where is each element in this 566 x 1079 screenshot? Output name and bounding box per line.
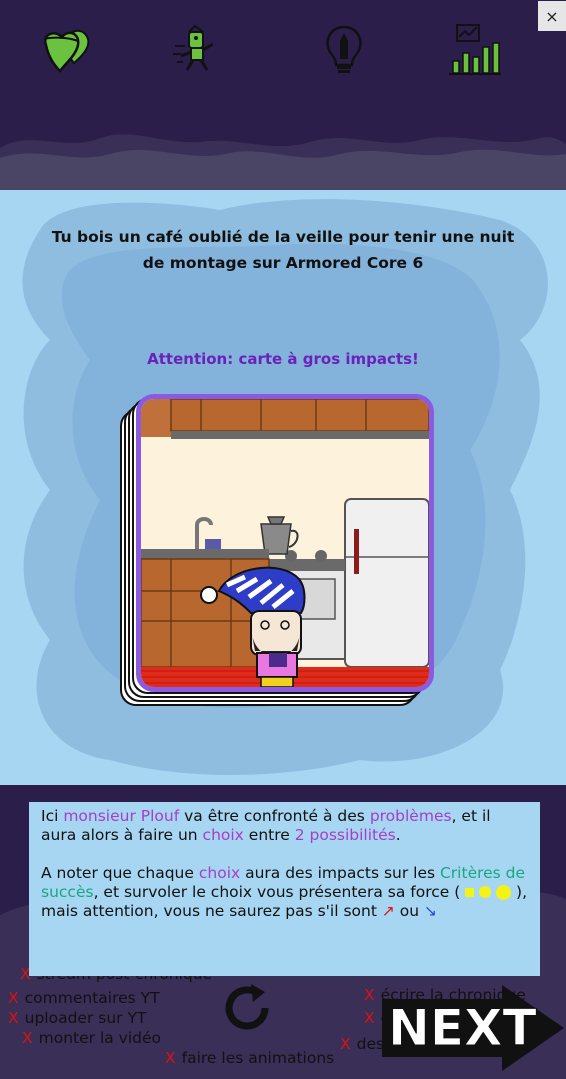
arrow-down-icon: ↘ xyxy=(424,902,438,920)
tutorial-panel: Ici monsieur Plouf va être confronté à d… xyxy=(29,802,540,976)
impact-warning: Attention: carte à gros impacts! xyxy=(147,350,419,368)
tutorial-impacts: A noter que chaque choix aura des impact… xyxy=(41,864,528,921)
card-area: Tu bois un café oublié de la veille pour… xyxy=(0,190,566,785)
runner-icon[interactable] xyxy=(169,22,225,78)
next-label: NEXT xyxy=(388,999,537,1057)
medium-impact-icon xyxy=(479,886,492,898)
close-button[interactable]: × xyxy=(538,1,566,31)
tutorial-text: A noter que chaque xyxy=(41,864,199,882)
small-impact-icon xyxy=(465,888,475,897)
card-prompt: Tu bois un café oublié de la veille pour… xyxy=(51,228,515,272)
cloud-divider xyxy=(0,134,566,190)
highlight-character: monsieur Plouf xyxy=(63,807,180,825)
task-item[interactable]: Xuploader sur YT xyxy=(8,1009,146,1027)
stats-bar: × xyxy=(0,0,566,190)
next-button[interactable]: NEXT xyxy=(382,985,566,1071)
incomplete-mark: X xyxy=(8,989,19,1007)
tutorial-text: , et survoler le choix vous présentera s… xyxy=(93,883,461,901)
task-item[interactable]: Xcommentaires YT xyxy=(8,989,160,1007)
hearts-icon[interactable] xyxy=(38,22,94,78)
incomplete-mark: X xyxy=(22,1029,33,1047)
tutorial-text: . xyxy=(395,826,401,844)
large-impact-icon xyxy=(496,885,512,900)
kitchen-scene-illustration xyxy=(141,399,429,687)
incomplete-mark: X xyxy=(8,1009,19,1027)
event-card[interactable] xyxy=(136,394,434,692)
task-label: commentaires YT xyxy=(24,989,160,1007)
incomplete-mark: X xyxy=(165,1049,176,1067)
task-item[interactable]: Xfaire les animations xyxy=(165,1049,334,1067)
arrow-up-icon: ↗ xyxy=(381,902,395,920)
highlight-possibilities: 2 possibilités xyxy=(294,826,396,844)
refresh-icon[interactable] xyxy=(221,980,277,1036)
highlight-choice: choix xyxy=(198,864,241,882)
incomplete-mark: X xyxy=(340,1035,351,1053)
tutorial-text: va être confronté à des xyxy=(179,807,370,825)
task-label: uploader sur YT xyxy=(24,1009,147,1027)
task-label: monter la vidéo xyxy=(38,1029,162,1047)
tutorial-text: aura des impacts sur les xyxy=(240,864,440,882)
highlight-problems: problèmes xyxy=(369,807,452,825)
tutorial-text: ou xyxy=(394,902,425,920)
tutorial-text: Ici xyxy=(41,807,64,825)
highlight-choice: choix xyxy=(202,826,244,844)
task-label: des xyxy=(356,1035,385,1053)
task-item[interactable]: Xmonter la vidéo xyxy=(22,1029,161,1047)
incomplete-mark: X xyxy=(364,1009,375,1027)
task-label: faire les animations xyxy=(181,1049,335,1067)
growth-chart-icon[interactable] xyxy=(447,22,503,78)
tutorial-intro: Ici monsieur Plouf va être confronté à d… xyxy=(41,807,528,845)
task-item[interactable]: Xdes xyxy=(340,1035,384,1053)
incomplete-mark: X xyxy=(364,986,375,1004)
tutorial-text: entre xyxy=(243,826,295,844)
lightbulb-icon[interactable] xyxy=(316,22,372,78)
